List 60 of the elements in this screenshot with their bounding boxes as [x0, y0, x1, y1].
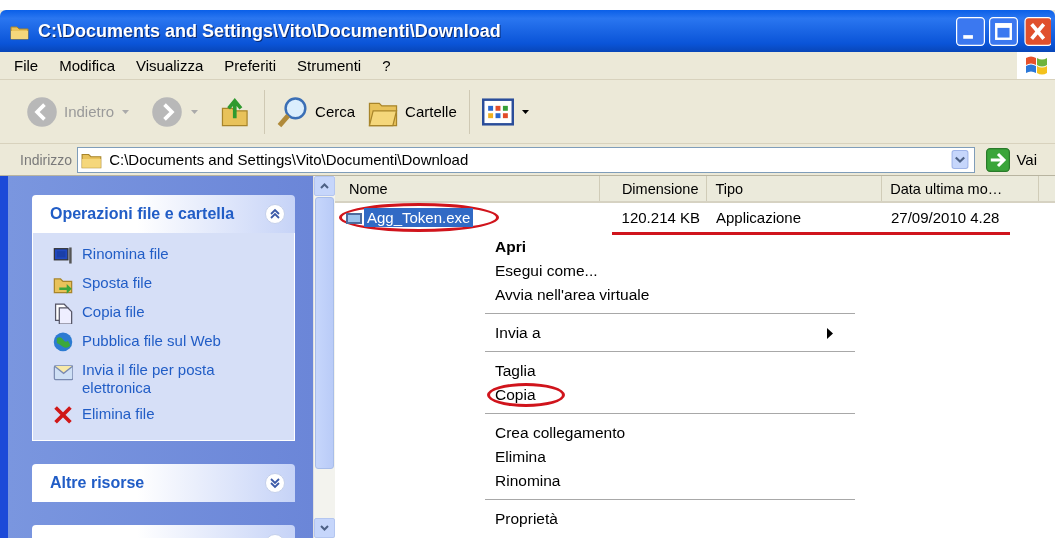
- table-cell: Applicazione: [716, 209, 802, 226]
- task-link[interactable]: Sposta file: [82, 274, 272, 292]
- menu-item[interactable]: Copia: [485, 383, 855, 407]
- menu-item[interactable]: Preferiti: [224, 55, 276, 76]
- column-header[interactable]: Data ultima mo…: [882, 176, 1039, 201]
- menu-item[interactable]: Modifica: [59, 55, 116, 76]
- menu-item[interactable]: Proprietà: [485, 507, 855, 531]
- close-button[interactable]: [1022, 16, 1051, 46]
- menu-item[interactable]: Apri: [485, 235, 855, 259]
- menu-item[interactable]: Elimina: [485, 445, 855, 469]
- task-link[interactable]: Elimina file: [82, 405, 272, 423]
- menu-item[interactable]: File: [14, 55, 39, 76]
- caret-icon[interactable]: [521, 109, 529, 114]
- rename-icon: [53, 245, 73, 266]
- panel-header[interactable]: Operazioni file e cartella: [32, 195, 295, 233]
- column-header[interactable]: Tipo: [707, 176, 883, 201]
- scroll-up-button[interactable]: [314, 176, 335, 196]
- delete-icon: [53, 405, 73, 426]
- panel-title: Operazioni file e cartella: [50, 205, 235, 223]
- menu-item[interactable]: Invia a: [485, 321, 855, 345]
- menu-item[interactable]: Visualizza: [136, 55, 204, 76]
- menu-item[interactable]: Esegui come...: [485, 259, 855, 283]
- menu-item[interactable]: Rinomina: [485, 469, 855, 493]
- task-link[interactable]: Pubblica file sul Web: [82, 332, 272, 350]
- minimize-button[interactable]: [956, 16, 985, 46]
- address-label: Indirizzo: [20, 151, 73, 168]
- windows-logo-icon: [1017, 52, 1055, 79]
- copy-icon: [53, 303, 73, 324]
- search-icon: [277, 95, 310, 128]
- expand-button[interactable]: [265, 473, 285, 493]
- panel-title: Altre risorse: [50, 474, 145, 492]
- scrollbar[interactable]: [313, 176, 335, 538]
- menu-item[interactable]: Taglia: [485, 359, 855, 383]
- task-link[interactable]: Invia il file per posta elettronica: [82, 361, 272, 397]
- task-link[interactable]: Copia file: [82, 303, 272, 321]
- menu-item[interactable]: Crea collegamento: [485, 421, 855, 445]
- search-button[interactable]: Cerca: [273, 93, 360, 130]
- dropdown-button[interactable]: [949, 150, 972, 169]
- scroll-down-button[interactable]: [314, 518, 335, 538]
- scroll-thumb[interactable]: [315, 197, 334, 469]
- menu-item[interactable]: Avvia nell'area virtuale: [485, 283, 855, 307]
- caret-icon: [320, 525, 329, 531]
- table-cell: 27/09/2010 4.28: [891, 209, 1000, 226]
- column-header[interactable]: Dimensione: [599, 176, 708, 201]
- menu-item[interactable]: Strumenti: [297, 55, 362, 76]
- panel-header[interactable]: Altre risorse: [32, 464, 295, 502]
- window-title: C:\Documents and Settings\Vito\Documenti\Download: [38, 20, 502, 42]
- globe-icon: [53, 332, 73, 353]
- caret-icon: [320, 183, 329, 189]
- address-field[interactable]: C:\Documents and Settings\Vito\Documenti\Download: [77, 146, 976, 173]
- go-button[interactable]: Vai: [980, 147, 1051, 172]
- collapse-button[interactable]: [265, 204, 285, 224]
- maximize-button[interactable]: [989, 16, 1018, 46]
- menu-item[interactable]: ?: [382, 55, 391, 76]
- views-grid-icon: [481, 95, 514, 128]
- task-link[interactable]: Rinomina file: [82, 245, 272, 263]
- table-cell: 120.214 KB: [621, 209, 700, 226]
- column-header[interactable]: Nome: [335, 176, 600, 201]
- folders-button[interactable]: Cartelle: [363, 93, 461, 130]
- file-name[interactable]: Agg_Token.exe: [364, 208, 474, 227]
